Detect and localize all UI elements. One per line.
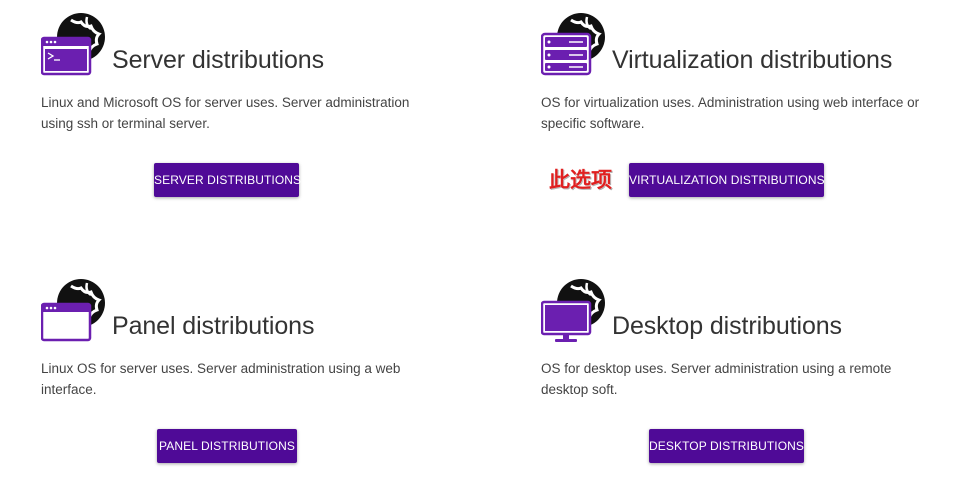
terminal-window-globe-icon xyxy=(41,12,109,78)
card-header: Virtualization distributions xyxy=(541,12,941,78)
monitor-globe-icon xyxy=(541,278,609,344)
server-distributions-card: Server distributions Linux and Microsoft… xyxy=(41,12,441,197)
card-title: Desktop distributions xyxy=(612,312,842,340)
card-title: Panel distributions xyxy=(112,312,315,340)
virtualization-distributions-card: Virtualization distributions OS for virt… xyxy=(541,12,941,197)
panel-distributions-button[interactable]: PANEL DISTRIBUTIONS xyxy=(157,429,297,463)
desktop-distributions-card: Desktop distributions OS for desktop use… xyxy=(541,278,941,463)
annotation-label: 此选项 xyxy=(549,168,612,192)
card-header: Desktop distributions xyxy=(541,278,941,344)
card-description: OS for virtualization uses. Administrati… xyxy=(541,95,920,131)
desktop-distributions-button[interactable]: DESKTOP DISTRIBUTIONS xyxy=(649,429,804,463)
card-header: Panel distributions xyxy=(41,278,441,344)
panel-distributions-card: Panel distributions Linux OS for server … xyxy=(41,278,441,463)
server-rack-globe-icon xyxy=(541,12,609,78)
server-distributions-button[interactable]: SERVER DISTRIBUTIONS xyxy=(154,163,301,197)
card-header: Server distributions xyxy=(41,12,441,78)
card-description: Linux and Microsoft OS for server uses. … xyxy=(41,95,410,131)
card-description: Linux OS for server uses. Server adminis… xyxy=(41,361,401,397)
browser-window-globe-icon xyxy=(41,278,109,344)
card-title: Virtualization distributions xyxy=(612,46,893,74)
card-title: Server distributions xyxy=(112,46,324,74)
distribution-page: Server distributions Linux and Microsoft… xyxy=(0,0,958,496)
card-description: OS for desktop uses. Server administrati… xyxy=(541,361,892,397)
virtualization-distributions-button[interactable]: VIRTUALIZATION DISTRIBUTIONS xyxy=(629,163,825,197)
